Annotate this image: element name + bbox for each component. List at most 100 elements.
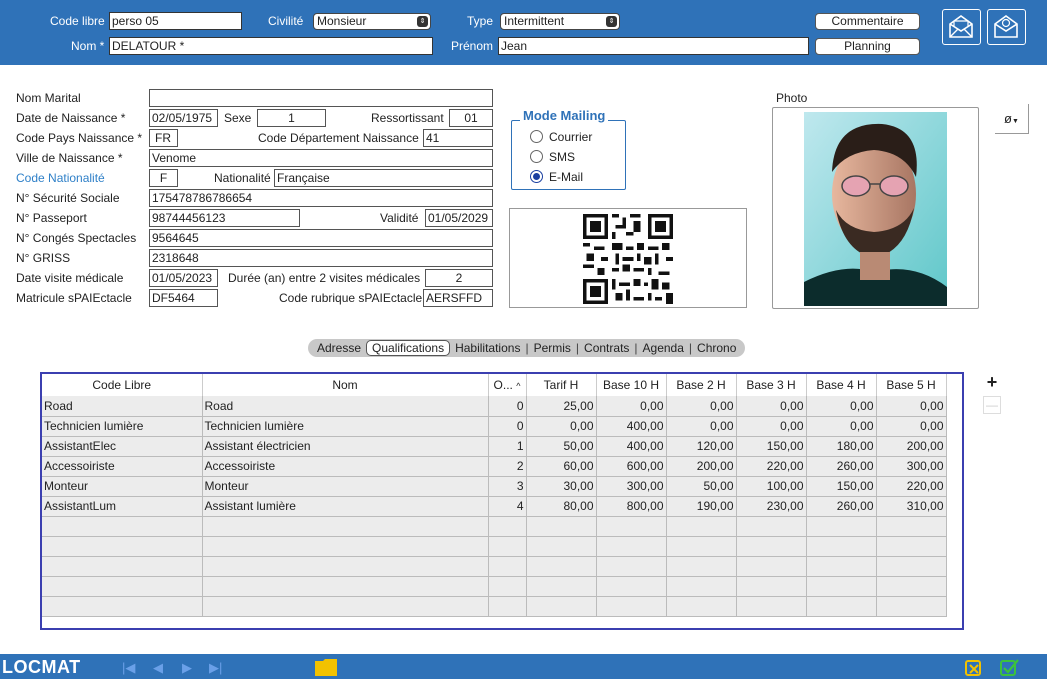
validate-icon[interactable]	[1000, 658, 1020, 677]
qualifications-table[interactable]: Code Libre Nom O... ^ Tarif H Base 10 H …	[40, 372, 964, 630]
tab-chrono[interactable]: Chrono	[692, 341, 741, 355]
code-nationalite-link[interactable]: Code Nationalité	[16, 171, 105, 185]
table-cell[interactable]: 30,00	[526, 476, 597, 497]
nom-marital-input[interactable]	[149, 89, 493, 107]
radio-sms[interactable]	[530, 150, 543, 163]
col-header-code-libre[interactable]: Code Libre	[42, 374, 203, 396]
col-header-base-5h[interactable]: Base 5 H	[876, 374, 947, 396]
passeport-input[interactable]: 98744456123	[149, 209, 300, 227]
secu-input[interactable]: 175478786786654	[149, 189, 493, 207]
table-cell[interactable]: 200,00	[666, 456, 737, 477]
tab-agenda[interactable]: Agenda	[638, 341, 689, 355]
table-cell[interactable]: 80,00	[526, 496, 597, 517]
mail-send-button[interactable]	[987, 9, 1026, 45]
nom-input[interactable]: DELATOUR *	[109, 37, 433, 55]
table-cell[interactable]: Assistant lumière	[202, 496, 489, 517]
col-header-base-4h[interactable]: Base 4 H	[806, 374, 877, 396]
tab-habilitations[interactable]: Habilitations	[450, 341, 525, 355]
table-cell[interactable]: Accessoiriste	[42, 456, 203, 477]
table-cell[interactable]: 600,00	[596, 456, 667, 477]
table-cell[interactable]: 220,00	[736, 456, 807, 477]
ressortissant-input[interactable]: 01	[449, 109, 493, 127]
col-header-base-2h[interactable]: Base 2 H	[666, 374, 737, 396]
table-cell[interactable]: AssistantElec	[42, 436, 203, 457]
rubrique-input[interactable]: AERSFFD	[423, 289, 493, 307]
sexe-input[interactable]: 1	[257, 109, 326, 127]
validite-input[interactable]: 01/05/2029	[425, 209, 493, 227]
cancel-icon[interactable]	[965, 658, 985, 677]
commentaire-button[interactable]: Commentaire	[815, 13, 920, 30]
table-cell[interactable]: 150,00	[806, 476, 877, 497]
code-libre-input[interactable]: perso 05	[109, 12, 242, 30]
code-pays-input[interactable]: FR	[149, 129, 178, 147]
table-cell[interactable]: 4	[488, 496, 527, 517]
table-cell[interactable]: 25,00	[526, 396, 597, 417]
table-cell[interactable]: 190,00	[666, 496, 737, 517]
table-cell[interactable]: 0	[488, 416, 527, 437]
table-cell[interactable]: 0,00	[806, 416, 877, 437]
radio-courrier[interactable]	[530, 130, 543, 143]
code-nationalite-input[interactable]: F	[149, 169, 178, 187]
table-cell[interactable]: 180,00	[806, 436, 877, 457]
table-cell[interactable]: 0,00	[876, 416, 947, 437]
table-cell[interactable]: 400,00	[596, 436, 667, 457]
table-row[interactable]: Monteur Monteur 3 30,00 300,00 50,00 100,00 150…	[42, 476, 947, 497]
table-cell[interactable]: 120,00	[666, 436, 737, 457]
table-cell[interactable]: 310,00	[876, 496, 947, 517]
table-cell[interactable]: Technicien lumière	[42, 416, 203, 437]
table-cell[interactable]: AssistantLum	[42, 496, 203, 517]
first-record-icon[interactable]: |◀	[122, 660, 135, 676]
table-cell[interactable]: 60,00	[526, 456, 597, 477]
table-row[interactable]: Technicien lumière Technicien lumière 0 0,0…	[42, 416, 947, 437]
table-cell[interactable]: 220,00	[876, 476, 947, 497]
table-row[interactable]: AssistantLum Assistant lumière 4 80,00 800,0…	[42, 496, 947, 517]
table-cell[interactable]: Road	[202, 396, 489, 417]
table-cell[interactable]: 0,00	[526, 416, 597, 437]
col-header-tarif-h[interactable]: Tarif H	[526, 374, 597, 396]
folder-icon[interactable]	[314, 657, 338, 677]
add-row-button[interactable]: +	[984, 373, 1000, 391]
col-header-base-3h[interactable]: Base 3 H	[736, 374, 807, 396]
tab-qualifications[interactable]: Qualifications	[366, 340, 451, 356]
table-cell[interactable]: Accessoiriste	[202, 456, 489, 477]
type-select[interactable]: Intermittent ⇕	[500, 13, 620, 30]
table-row[interactable]: Accessoiriste Accessoiriste 2 60,00 600,00 20…	[42, 456, 947, 477]
table-row[interactable]: AssistantElec Assistant électricien 1 50,00…	[42, 436, 947, 457]
last-record-icon[interactable]: ▶|	[209, 660, 222, 676]
table-row[interactable]: Road Road 0 25,00 0,00 0,00 0,00 0,00 0,00	[42, 396, 947, 417]
photo-menu-button[interactable]: ø▼	[995, 104, 1029, 134]
table-cell[interactable]: 260,00	[806, 456, 877, 477]
previous-record-icon[interactable]: ◀	[153, 660, 163, 676]
table-cell[interactable]: 0,00	[736, 396, 807, 417]
col-header-base-10h[interactable]: Base 10 H	[596, 374, 667, 396]
table-cell[interactable]: 100,00	[736, 476, 807, 497]
photo-frame[interactable]	[772, 107, 979, 309]
mail-open-button[interactable]	[942, 9, 981, 45]
table-cell[interactable]: Monteur	[42, 476, 203, 497]
table-cell[interactable]: 0,00	[876, 396, 947, 417]
table-cell[interactable]: Monteur	[202, 476, 489, 497]
table-cell[interactable]: 2	[488, 456, 527, 477]
ville-input[interactable]: Venome	[149, 149, 493, 167]
civilite-select[interactable]: Monsieur ⇕	[313, 13, 431, 30]
col-header-nom[interactable]: Nom	[202, 374, 489, 396]
prenom-input[interactable]: Jean	[498, 37, 809, 55]
remove-row-button[interactable]: —	[983, 396, 1001, 414]
conges-input[interactable]: 9564645	[149, 229, 493, 247]
tab-contrats[interactable]: Contrats	[579, 341, 634, 355]
table-cell[interactable]: 0,00	[666, 416, 737, 437]
table-cell[interactable]: 0,00	[736, 416, 807, 437]
table-cell[interactable]: Road	[42, 396, 203, 417]
matricule-input[interactable]: DF5464	[149, 289, 218, 307]
table-cell[interactable]: 260,00	[806, 496, 877, 517]
code-dept-input[interactable]: 41	[423, 129, 493, 147]
table-cell[interactable]: 0,00	[666, 396, 737, 417]
radio-email[interactable]	[530, 170, 543, 183]
table-cell[interactable]: 3	[488, 476, 527, 497]
table-cell[interactable]: 0,00	[596, 396, 667, 417]
table-cell[interactable]: 50,00	[526, 436, 597, 457]
table-cell[interactable]: 300,00	[876, 456, 947, 477]
table-cell[interactable]: 800,00	[596, 496, 667, 517]
table-cell[interactable]: 50,00	[666, 476, 737, 497]
tab-permis[interactable]: Permis	[529, 341, 576, 355]
